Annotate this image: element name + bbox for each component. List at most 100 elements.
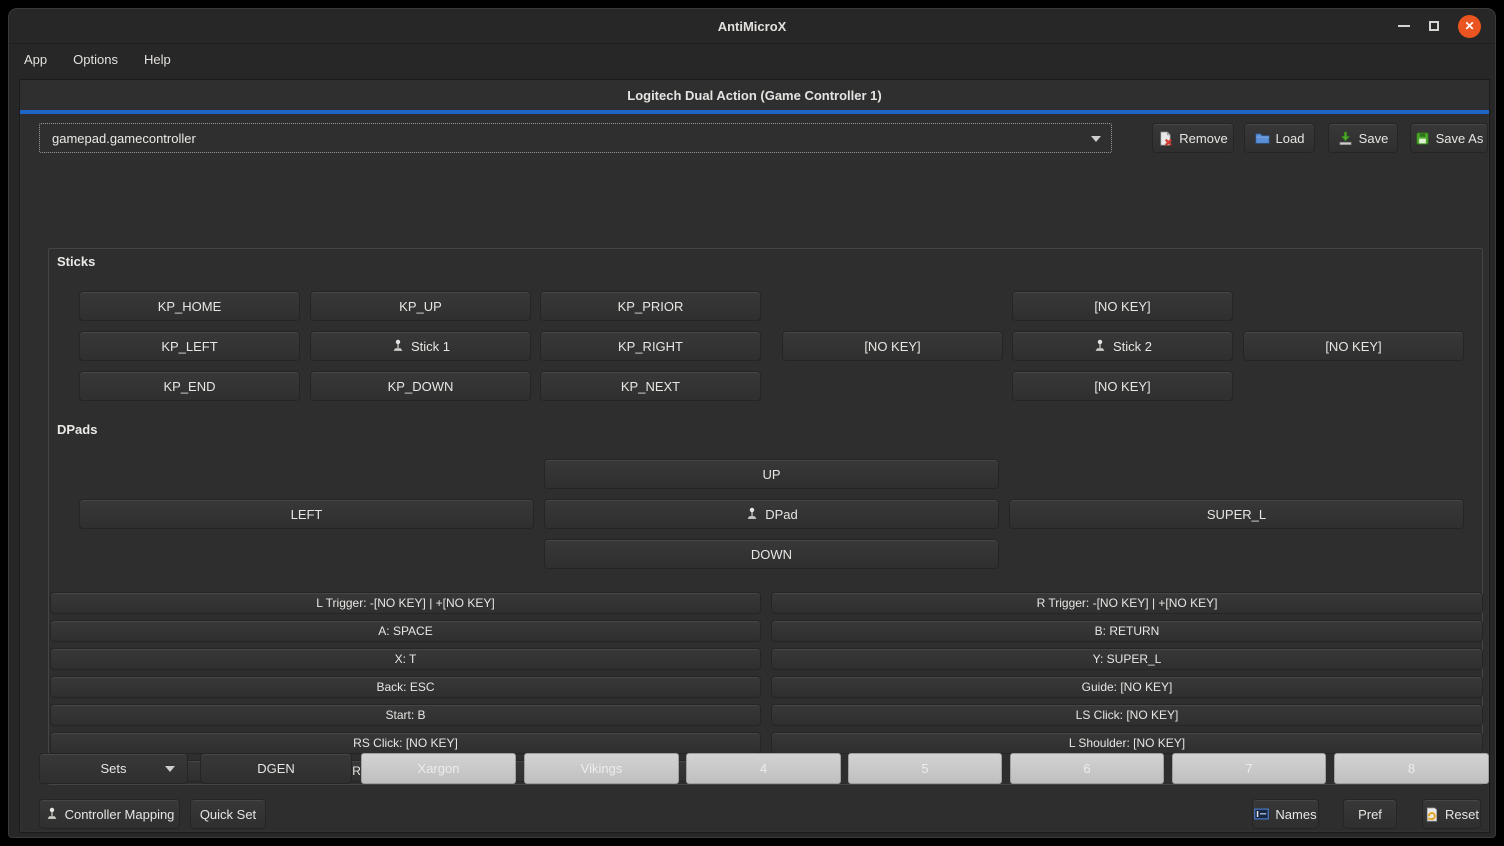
stick1-center-button[interactable]: Stick 1 — [310, 331, 531, 361]
window-controls: ✕ — [1398, 9, 1481, 43]
guide-button-label: Guide: [NO KEY] — [1082, 680, 1173, 694]
ls-click-button[interactable]: LS Click: [NO KEY] — [771, 704, 1483, 726]
load-button[interactable]: Load — [1244, 123, 1315, 153]
set-tab-4[interactable]: 4 — [686, 753, 841, 784]
controller-tab-label: Logitech Dual Action (Game Controller 1) — [627, 88, 881, 103]
l-trigger-button[interactable]: L Trigger: -[NO KEY] | +[NO KEY] — [50, 592, 761, 614]
controller-tab[interactable]: Logitech Dual Action (Game Controller 1) — [20, 80, 1489, 110]
mapping-frame: Sticks KP_HOME KP_UP KP_PRIOR KP_LEFT St… — [48, 248, 1483, 785]
stick1-right-button[interactable]: KP_RIGHT — [540, 331, 761, 361]
save-as-button[interactable]: Save As — [1410, 123, 1488, 153]
maximize-icon — [1429, 21, 1439, 31]
x-button[interactable]: X: T — [50, 648, 761, 670]
l-trigger-label: L Trigger: -[NO KEY] | +[NO KEY] — [316, 596, 494, 610]
set-tab-8[interactable]: 8 — [1334, 753, 1489, 784]
menu-help[interactable]: Help — [144, 52, 171, 67]
stick1-right-label: KP_RIGHT — [618, 339, 683, 354]
maximize-button[interactable] — [1429, 21, 1439, 31]
menu-options[interactable]: Options — [73, 52, 118, 67]
quick-set-label: Quick Set — [200, 807, 256, 822]
reset-button[interactable]: Reset — [1422, 799, 1481, 829]
dpad-center-label: DPad — [765, 507, 798, 522]
sets-dropdown-label: Sets — [100, 761, 126, 776]
controller-mapping-button[interactable]: Controller Mapping — [39, 799, 180, 829]
ls-click-label: LS Click: [NO KEY] — [1076, 708, 1179, 722]
l-shoulder-button[interactable]: L Shoulder: [NO KEY] — [771, 732, 1483, 754]
rs-click-button[interactable]: RS Click: [NO KEY] — [50, 732, 761, 754]
guide-button[interactable]: Guide: [NO KEY] — [771, 676, 1483, 698]
save-as-icon — [1415, 131, 1430, 146]
rs-click-label: RS Click: [NO KEY] — [353, 736, 458, 750]
set-tab-1[interactable]: DGEN — [200, 753, 352, 784]
set-tab-2[interactable]: Xargon — [361, 753, 516, 784]
y-button[interactable]: Y: SUPER_L — [771, 648, 1483, 670]
stick2-down-label: [NO KEY] — [1094, 379, 1150, 394]
dpad-center-button[interactable]: DPad — [544, 499, 999, 529]
stick2-center-button[interactable]: Stick 2 — [1012, 331, 1233, 361]
menu-app[interactable]: App — [24, 52, 47, 67]
a-button[interactable]: A: SPACE — [50, 620, 761, 642]
dpad-down-label: DOWN — [751, 547, 792, 562]
back-button[interactable]: Back: ESC — [50, 676, 761, 698]
minimize-icon — [1398, 25, 1410, 27]
start-button[interactable]: Start: B — [50, 704, 761, 726]
sets-dropdown[interactable]: Sets — [39, 753, 188, 784]
profile-combobox-value: gamepad.gamecontroller — [52, 131, 196, 146]
window-title: AntiMicroX — [718, 19, 787, 34]
r-trigger-button[interactable]: R Trigger: -[NO KEY] | +[NO KEY] — [771, 592, 1483, 614]
stick2-up-label: [NO KEY] — [1094, 299, 1150, 314]
save-button[interactable]: Save — [1328, 123, 1398, 153]
stick2-left-button[interactable]: [NO KEY] — [782, 331, 1003, 361]
stick2-right-button[interactable]: [NO KEY] — [1243, 331, 1464, 361]
y-button-label: Y: SUPER_L — [1093, 652, 1162, 666]
remove-button[interactable]: Remove — [1152, 123, 1234, 153]
start-button-label: Start: B — [385, 708, 425, 722]
set-tab-7[interactable]: 7 — [1172, 753, 1326, 784]
dpad-right-button[interactable]: SUPER_L — [1009, 499, 1464, 529]
dpad-down-button[interactable]: DOWN — [544, 539, 999, 569]
chevron-down-icon — [165, 766, 175, 772]
stick1-down-label: KP_DOWN — [388, 379, 454, 394]
menu-bar: App Options Help — [9, 44, 1495, 74]
set-tab-3[interactable]: Vikings — [524, 753, 679, 784]
pref-button[interactable]: Pref — [1343, 799, 1397, 829]
close-icon: ✕ — [1464, 20, 1474, 32]
stick2-up-button[interactable]: [NO KEY] — [1012, 291, 1233, 321]
set-tab-5[interactable]: 5 — [848, 753, 1002, 784]
tab-underline — [20, 110, 1489, 114]
b-button-label: B: RETURN — [1095, 624, 1160, 638]
stick1-left-button[interactable]: KP_LEFT — [79, 331, 300, 361]
profile-combobox[interactable]: gamepad.gamecontroller — [39, 123, 1112, 153]
stick1-down-button[interactable]: KP_DOWN — [310, 371, 531, 401]
quick-set-button[interactable]: Quick Set — [190, 799, 266, 829]
set-tab-7-label: 7 — [1245, 761, 1252, 776]
minimize-button[interactable] — [1398, 25, 1410, 27]
stick1-down-right-button[interactable]: KP_NEXT — [540, 371, 761, 401]
back-button-label: Back: ESC — [376, 680, 434, 694]
controller-mapping-label: Controller Mapping — [65, 807, 175, 822]
close-button[interactable]: ✕ — [1458, 15, 1481, 38]
b-button[interactable]: B: RETURN — [771, 620, 1483, 642]
dpad-up-button[interactable]: UP — [544, 459, 999, 489]
stick1-up-button[interactable]: KP_UP — [310, 291, 531, 321]
r-trigger-label: R Trigger: -[NO KEY] | +[NO KEY] — [1037, 596, 1218, 610]
stick1-left-label: KP_LEFT — [161, 339, 217, 354]
set-tab-4-label: 4 — [760, 761, 767, 776]
stick2-right-label: [NO KEY] — [1325, 339, 1381, 354]
stick1-up-right-button[interactable]: KP_PRIOR — [540, 291, 761, 321]
stick1-up-label: KP_UP — [399, 299, 442, 314]
set-tab-5-label: 5 — [921, 761, 928, 776]
title-bar[interactable]: AntiMicroX ✕ — [9, 9, 1495, 44]
dpad-left-button[interactable]: LEFT — [79, 499, 534, 529]
names-label: Names — [1275, 807, 1316, 822]
stick1-down-left-button[interactable]: KP_END — [79, 371, 300, 401]
stick2-left-label: [NO KEY] — [864, 339, 920, 354]
pref-label: Pref — [1358, 807, 1382, 822]
set-tab-1-label: DGEN — [257, 761, 295, 776]
joystick-icon — [45, 807, 59, 821]
dpads-section-label: DPads — [57, 422, 97, 437]
names-button[interactable]: Names — [1252, 799, 1319, 829]
set-tab-6[interactable]: 6 — [1010, 753, 1164, 784]
stick2-down-button[interactable]: [NO KEY] — [1012, 371, 1233, 401]
stick1-up-left-button[interactable]: KP_HOME — [79, 291, 300, 321]
